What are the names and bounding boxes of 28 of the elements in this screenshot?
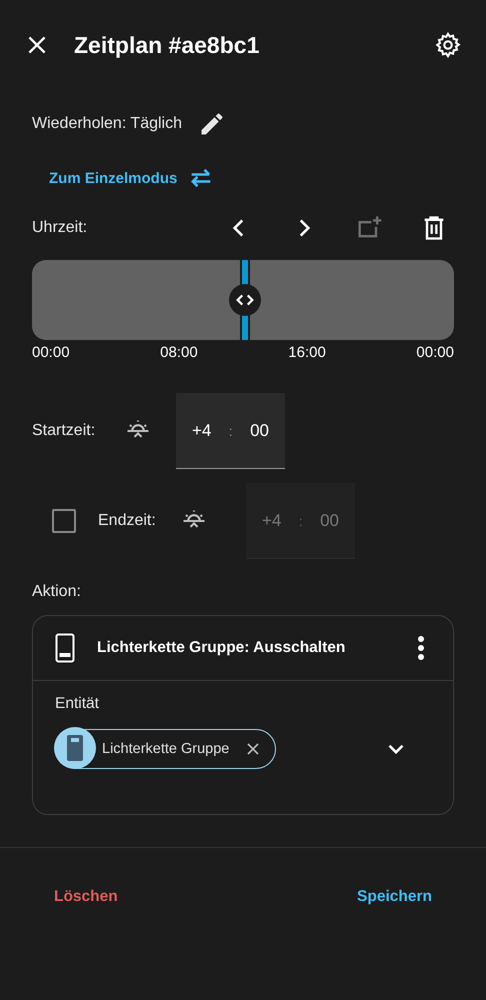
mode-switch-link[interactable]: Zum Einzelmodus: [49, 170, 178, 186]
window-title: Zeitplan #ae8bc1: [74, 32, 260, 58]
chip-label: Lichterkette Gruppe: [102, 741, 230, 757]
switch-device-icon: [55, 633, 75, 663]
time-field[interactable]: +4 : 00: [176, 393, 285, 469]
action-title: Lichterkette Gruppe: Ausschalten: [97, 639, 346, 657]
timeline-handle[interactable]: [229, 260, 262, 340]
action-label: Aktion:: [32, 583, 82, 601]
more-options-icon[interactable]: [417, 635, 425, 661]
delete-button[interactable]: Löschen: [22, 878, 128, 916]
save-button[interactable]: Speichern: [347, 878, 464, 916]
axis-label: 00:00: [416, 344, 454, 361]
timeline-track[interactable]: [32, 260, 454, 340]
time-separator: :: [228, 422, 233, 438]
start-time-label: Startzeit:: [32, 422, 96, 440]
settings-icon[interactable]: [434, 31, 462, 59]
device-icon: [54, 727, 96, 769]
axis-label: 00:00: [32, 344, 70, 361]
time-separator: :: [298, 512, 303, 528]
minutes-value[interactable]: 00: [250, 420, 269, 440]
end-time-label: Endzeit:: [98, 512, 157, 530]
hours-value[interactable]: +4: [192, 420, 212, 440]
time-label: Uhrzeit:: [32, 219, 88, 237]
axis-label: 16:00: [288, 344, 326, 361]
entity-chip[interactable]: Lichterkette Gruppe: [55, 729, 276, 769]
repeat-label: Wiederholen: Täglich: [32, 115, 182, 133]
axis-label: 08:00: [160, 344, 198, 361]
entity-label: Entität: [55, 695, 100, 713]
